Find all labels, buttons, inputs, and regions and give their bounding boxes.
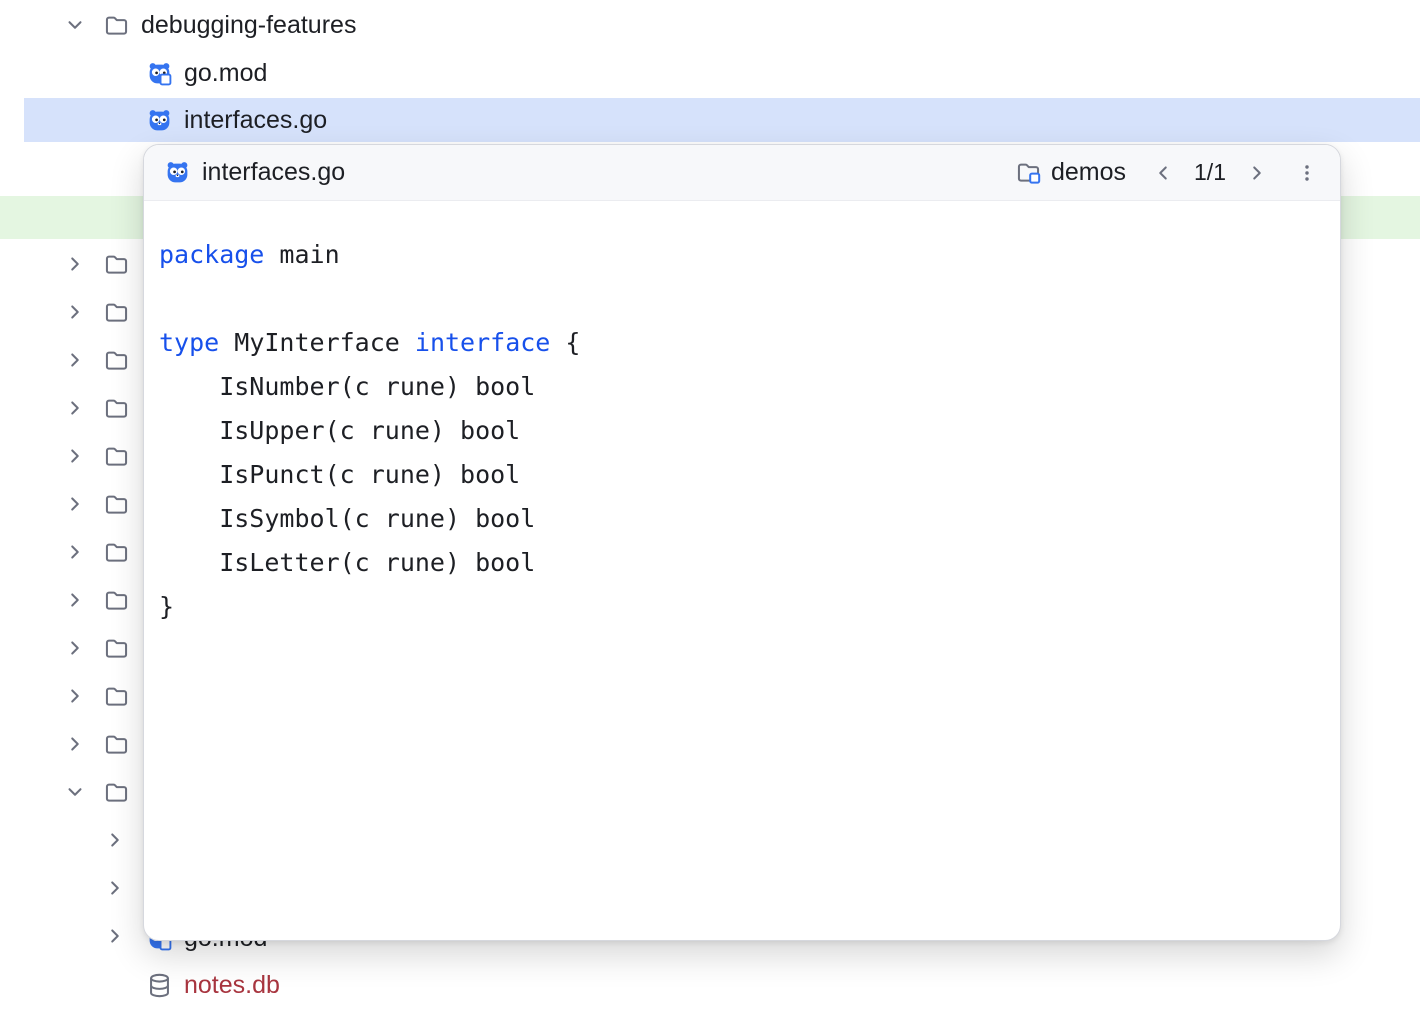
tree-row-debugging-features[interactable]: debugging-features — [64, 3, 356, 47]
code-line: IsPunct(c rune) bool — [159, 453, 1320, 497]
chevron-right-icon — [64, 301, 86, 323]
folder-scope-icon — [1015, 159, 1042, 186]
file-preview-popup: interfaces.go demos 1/1 package main typ… — [143, 144, 1341, 941]
code-token: } — [159, 592, 174, 621]
go-file-icon — [146, 107, 173, 134]
next-match-button[interactable] — [1244, 160, 1270, 186]
code-line: IsLetter(c rune) bool — [159, 541, 1320, 585]
folder-icon — [103, 731, 130, 758]
tree-row-folder[interactable] — [64, 722, 130, 766]
go-mod-file-icon — [146, 60, 173, 87]
chevron-down-icon — [64, 781, 86, 803]
chevron-right-icon — [64, 445, 86, 467]
chevron-right-icon — [1246, 162, 1268, 184]
folder-icon — [103, 395, 130, 422]
chevron-right-icon — [64, 685, 86, 707]
folder-icon — [103, 12, 130, 39]
more-options-button[interactable] — [1294, 160, 1320, 186]
go-file-icon — [164, 159, 191, 186]
tree-item-label: debugging-features — [141, 11, 356, 40]
code-line: package main — [159, 233, 1320, 277]
code-token: package — [159, 240, 264, 269]
tree-row-go-mod[interactable]: go.mod — [146, 51, 267, 95]
chevron-right-icon — [104, 925, 126, 947]
folder-icon — [103, 491, 130, 518]
code-token: IsLetter(c rune) bool — [159, 548, 535, 577]
tree-row-folder[interactable] — [64, 674, 130, 718]
chevron-right-icon — [64, 493, 86, 515]
tree-row-nested-folder[interactable] — [104, 818, 126, 862]
code-token: type — [159, 328, 219, 357]
database-icon — [146, 972, 173, 999]
tree-row-folder[interactable] — [64, 338, 130, 382]
tree-row-folder[interactable] — [64, 434, 130, 478]
popup-title: interfaces.go — [202, 158, 345, 187]
folder-icon — [103, 347, 130, 374]
popup-header: interfaces.go demos 1/1 — [144, 145, 1340, 201]
chevron-right-icon — [104, 877, 126, 899]
code-token: IsSymbol(c rune) bool — [159, 504, 535, 533]
code-line: type MyInterface interface { — [159, 321, 1320, 365]
chevron-down-icon — [64, 14, 86, 36]
match-counter: 1/1 — [1194, 159, 1226, 186]
folder-icon — [103, 683, 130, 710]
folder-icon — [103, 251, 130, 278]
tree-row-folder[interactable] — [64, 530, 130, 574]
tree-row-folder[interactable] — [64, 578, 130, 622]
tree-row-folder[interactable] — [64, 242, 130, 286]
folder-icon — [103, 299, 130, 326]
code-line: IsSymbol(c rune) bool — [159, 497, 1320, 541]
folder-icon — [103, 587, 130, 614]
chevron-right-icon — [64, 397, 86, 419]
code-line — [159, 277, 1320, 321]
code-preview: package main type MyInterface interface … — [144, 201, 1340, 629]
chevron-right-icon — [64, 541, 86, 563]
code-token: { — [550, 328, 580, 357]
tree-row-folder-expanded[interactable] — [64, 770, 130, 814]
tree-row-nested-folder[interactable] — [104, 914, 126, 958]
prev-match-button[interactable] — [1150, 160, 1176, 186]
tree-row-interfaces-go[interactable]: interfaces.go — [146, 98, 327, 142]
code-line: IsUpper(c rune) bool — [159, 409, 1320, 453]
code-token: IsUpper(c rune) bool — [159, 416, 520, 445]
kebab-menu-icon — [1296, 162, 1318, 184]
tree-item-label: notes.db — [184, 971, 280, 1000]
scope-label: demos — [1051, 158, 1126, 187]
code-line: IsNumber(c rune) bool — [159, 365, 1320, 409]
code-token: interface — [415, 328, 550, 357]
chevron-right-icon — [64, 733, 86, 755]
chevron-right-icon — [64, 253, 86, 275]
chevron-right-icon — [104, 829, 126, 851]
folder-icon — [103, 443, 130, 470]
chevron-right-icon — [64, 349, 86, 371]
folder-icon — [103, 635, 130, 662]
tree-item-label: interfaces.go — [184, 106, 327, 135]
tree-row-folder[interactable] — [64, 386, 130, 430]
ide-project-view: debugging-features go.mod interfaces.go … — [0, 0, 1420, 1012]
code-token: main — [264, 240, 339, 269]
tree-row-folder[interactable] — [64, 290, 130, 334]
chevron-left-icon — [1152, 162, 1174, 184]
code-token: IsNumber(c rune) bool — [159, 372, 535, 401]
tree-row-nested-folder[interactable] — [104, 866, 126, 910]
tree-item-label: go.mod — [184, 59, 267, 88]
folder-icon — [103, 539, 130, 566]
chevron-right-icon — [64, 589, 86, 611]
tree-row-notes-db[interactable]: notes.db — [146, 963, 280, 1007]
folder-icon — [103, 779, 130, 806]
chevron-right-icon — [64, 637, 86, 659]
code-token: IsPunct(c rune) bool — [159, 460, 520, 489]
code-line: } — [159, 585, 1320, 629]
tree-row-folder[interactable] — [64, 626, 130, 670]
tree-row-folder[interactable] — [64, 482, 130, 526]
code-token: MyInterface — [219, 328, 415, 357]
